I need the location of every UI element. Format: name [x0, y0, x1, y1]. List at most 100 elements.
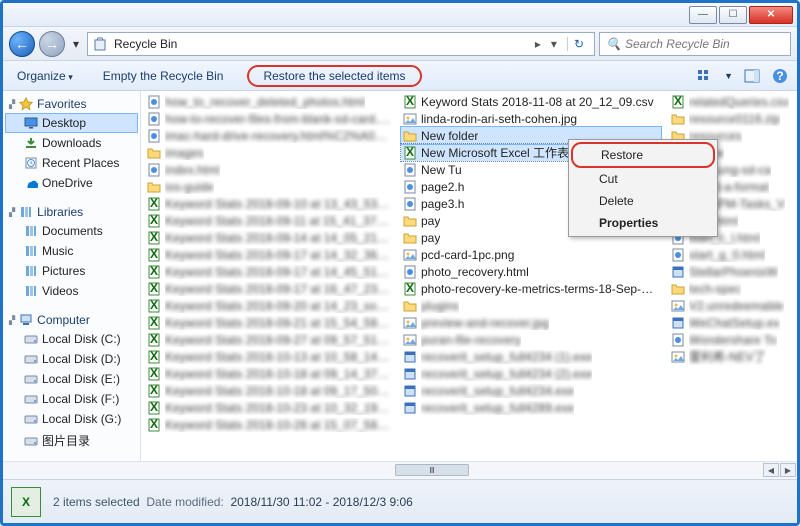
nav-header-computer[interactable]: ▞Computer [5, 311, 138, 329]
nav-item[interactable]: Pictures [5, 261, 138, 281]
file-item[interactable]: Wondershare To [669, 331, 793, 348]
nav-item[interactable]: Recent Places [5, 153, 138, 173]
file-item[interactable]: recoverit_setup_full4289.exe [401, 399, 661, 416]
close-button[interactable]: ✕ [749, 6, 793, 24]
nav-item[interactable]: Downloads [5, 133, 138, 153]
nav-item[interactable]: Local Disk (D:) [5, 349, 138, 369]
computer-icon [19, 313, 33, 327]
preview-pane-button[interactable] [743, 67, 761, 85]
expand-icon: ▞ [9, 316, 15, 325]
horizontal-scrollbar[interactable]: Ⅲ ◀ ▶ [3, 461, 797, 479]
img-icon [403, 112, 417, 126]
address-bar[interactable]: Recycle Bin ▸ ▾ ↻ [87, 32, 595, 56]
nav-item[interactable]: Desktop [5, 113, 138, 133]
file-item[interactable]: images [145, 144, 393, 161]
file-name: Keyword Stats 2018-11-08 at 20_12_09.csv [421, 95, 654, 109]
file-item[interactable]: XKeyword Stats 2018-09-17 at 16_47_23.cs… [145, 280, 393, 297]
folder-icon [671, 112, 685, 126]
file-list[interactable]: how_to_recover_deleted_photos.htmlhow-to… [141, 91, 797, 461]
file-item[interactable]: XrelatedQueries.csv [669, 93, 793, 110]
view-dropdown-icon[interactable]: ▼ [724, 71, 733, 81]
file-item[interactable]: XKeyword Stats 2018-10-26 at 15_07_58.cs… [145, 416, 393, 433]
file-item[interactable]: recoverit_setup_full4234 (1).exe [401, 348, 661, 365]
scroll-right-button[interactable]: ▶ [780, 463, 796, 477]
context-cut[interactable]: Cut [571, 168, 715, 190]
nav-item[interactable]: Local Disk (E:) [5, 369, 138, 389]
file-item[interactable]: XKeyword Stats 2018-09-11 at 15_41_37.cs… [145, 212, 393, 229]
scroll-left-button[interactable]: ◀ [763, 463, 779, 477]
nav-item[interactable]: Videos [5, 281, 138, 301]
nav-item[interactable]: OneDrive [5, 173, 138, 193]
file-item[interactable]: XKeyword Stats 2018-09-27 at 09_57_51.cs… [145, 331, 393, 348]
file-item[interactable]: how-to-recover-files-from-blank-sd-card.… [145, 110, 393, 127]
file-item[interactable]: recoverit_setup_full4234.exe [401, 382, 661, 399]
nav-item[interactable]: 图片目录 [5, 429, 138, 452]
file-name: Keyword Stats 2018-09-20 at 14_23_someth… [165, 299, 391, 313]
context-properties[interactable]: Properties [571, 212, 715, 234]
nav-history-dropdown[interactable]: ▾ [69, 37, 83, 51]
nav-item[interactable]: Documents [5, 221, 138, 241]
file-item[interactable]: linda-rodin-ari-seth-cohen.jpg [401, 110, 661, 127]
file-item[interactable]: WeChatSetup.ex [669, 314, 793, 331]
file-item[interactable]: XKeyword Stats 2018-09-17 at 14_45_51.cs… [145, 263, 393, 280]
file-item[interactable]: XKeyword Stats 2018-10-13 at 10_58_14.cs… [145, 348, 393, 365]
view-options-button[interactable] [696, 67, 714, 85]
empty-recycle-bin-button[interactable]: Empty the Recycle Bin [97, 67, 230, 85]
file-item[interactable]: XKeyword Stats 2018-09-14 at 14_05_21.cs… [145, 229, 393, 246]
file-item[interactable]: XKeyword Stats 2018-11-08 at 20_12_09.cs… [401, 93, 661, 110]
file-item[interactable]: XKeyword Stats 2018-10-23 at 10_32_19.cs… [145, 399, 393, 416]
file-item[interactable]: imac-hard-drive-recovery.html%C2%A0%C2%A… [145, 127, 393, 144]
maximize-button[interactable]: ☐ [719, 6, 747, 24]
search-box[interactable]: 🔍 Search Recycle Bin [599, 32, 791, 56]
file-item[interactable]: index.html [145, 161, 393, 178]
context-delete[interactable]: Delete [571, 190, 715, 212]
titlebar: — ☐ ✕ [3, 3, 797, 27]
file-item[interactable]: XKeyword Stats 2018-09-17 at 14_32_36.cs… [145, 246, 393, 263]
file-item[interactable]: XKeyword Stats 2018-10-18 at 09_17_50.cs… [145, 382, 393, 399]
nav-header-libraries[interactable]: ▞Libraries [5, 203, 138, 221]
nav-header-label: Favorites [37, 97, 86, 111]
nav-forward-button[interactable]: → [39, 31, 65, 57]
file-item[interactable]: Xphoto-recovery-ke-metrics-terms-18-Sep-… [401, 280, 661, 297]
file-item[interactable]: tech-spec [669, 280, 793, 297]
file-item[interactable]: XKeyword Stats 2018-09-20 at 14_23_somet… [145, 297, 393, 314]
file-item[interactable]: photo_recovery.html [401, 263, 661, 280]
nav-item[interactable]: Local Disk (C:) [5, 329, 138, 349]
address-dropdown[interactable]: ▾ [547, 37, 561, 51]
file-item[interactable]: resource0116.zip [669, 110, 793, 127]
svg-text:X: X [150, 214, 158, 227]
file-name: recoverit_setup_full4234 (1).exe [421, 350, 592, 364]
organize-menu[interactable]: Organize [11, 67, 79, 85]
file-item[interactable]: V2.unredeemable [669, 297, 793, 314]
file-name: New Tu [421, 163, 462, 177]
nav-item[interactable]: Music [5, 241, 138, 261]
file-name: V2.unredeemable [689, 299, 784, 313]
file-item[interactable]: puran-file-recovery [401, 331, 661, 348]
nav-item[interactable]: Local Disk (G:) [5, 409, 138, 429]
breadcrumb-chevron-icon[interactable]: ▸ [535, 37, 541, 51]
minimize-button[interactable]: — [689, 6, 717, 24]
nav-header-label: Libraries [37, 205, 83, 219]
file-item[interactable]: XKeyword Stats 2018-09-21 at 15_54_58.cs… [145, 314, 393, 331]
scrollbar-thumb[interactable]: Ⅲ [395, 464, 469, 476]
restore-selected-button[interactable]: Restore the selected items [247, 65, 421, 87]
file-item[interactable]: preview-and-recover.jpg [401, 314, 661, 331]
file-item[interactable]: plugins [401, 297, 661, 314]
refresh-button[interactable]: ↻ [567, 37, 590, 51]
nav-header-favorites[interactable]: ▞Favorites [5, 95, 138, 113]
file-item[interactable]: StellarPhoenixW [669, 263, 793, 280]
file-item[interactable]: XKeyword Stats 2018-10-18 at 09_14_37.cs… [145, 365, 393, 382]
file-item[interactable]: XKeyword Stats 2018-09-10 at 13_43_53.cs… [145, 195, 393, 212]
file-item[interactable]: recoverit_setup_full4234 (2).exe [401, 365, 661, 382]
nav-back-button[interactable]: ← [9, 31, 35, 57]
xls-icon: X [147, 401, 161, 415]
nav-item[interactable]: Local Disk (F:) [5, 389, 138, 409]
file-item[interactable]: pcd-card-1pc.png [401, 246, 661, 263]
navigation-pane[interactable]: ▞FavoritesDesktopDownloadsRecent PlacesO… [3, 91, 141, 461]
file-item[interactable]: ios-guide [145, 178, 393, 195]
file-item[interactable]: how_to_recover_deleted_photos.html [145, 93, 393, 110]
context-restore[interactable]: Restore [571, 142, 715, 168]
file-item[interactable]: 雷利希-NEV了 [669, 348, 793, 365]
help-button[interactable]: ? [771, 67, 789, 85]
file-item[interactable]: start_g_0.html [669, 246, 793, 263]
